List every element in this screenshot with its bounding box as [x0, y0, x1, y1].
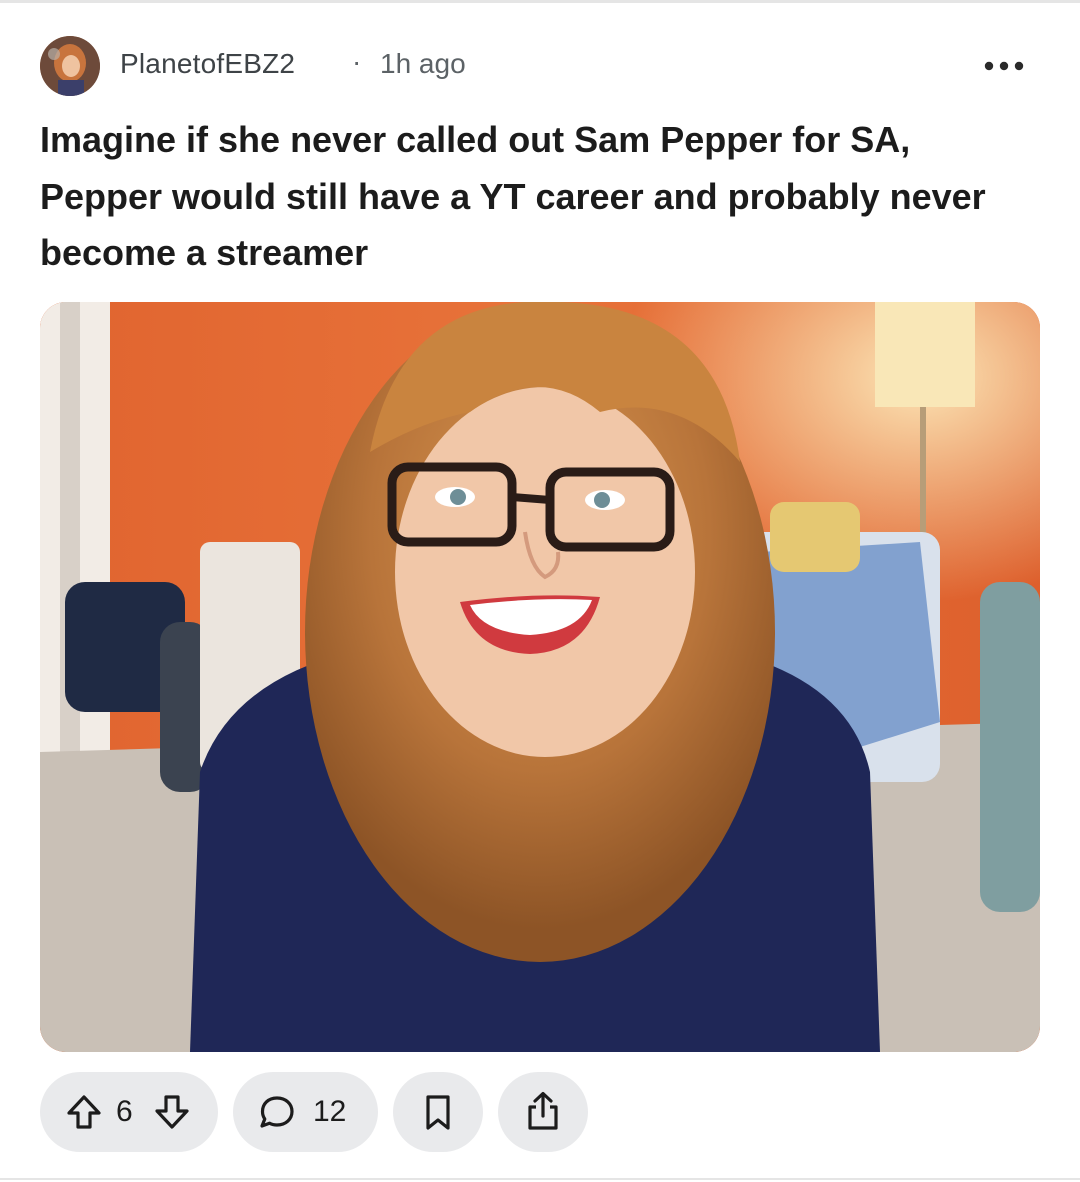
post-header: PlanetofEBZ2 · 1h ago — [40, 36, 1040, 96]
post-title[interactable]: Imagine if she never called out Sam Pepp… — [40, 112, 1040, 282]
share-button[interactable] — [498, 1072, 588, 1152]
more-horizontal-icon — [980, 46, 1030, 86]
vote-count: 6 — [116, 1095, 133, 1128]
bookmark-icon — [418, 1092, 458, 1132]
more-options-button[interactable] — [980, 46, 1030, 86]
downvote-icon[interactable] — [152, 1092, 192, 1132]
upvote-icon[interactable] — [64, 1092, 104, 1132]
vote-pill: 6 — [40, 1072, 218, 1152]
avatar[interactable] — [40, 36, 100, 96]
meta-separator: · — [352, 46, 362, 77]
speech-bubble-icon — [257, 1092, 297, 1132]
author-name[interactable]: PlanetofEBZ2 — [120, 48, 295, 80]
post-timestamp: 1h ago — [380, 48, 466, 79]
comments-button[interactable]: 12 — [233, 1072, 378, 1152]
bottom-divider — [0, 1178, 1080, 1180]
top-divider — [0, 0, 1080, 3]
post-action-bar: 6 12 — [40, 1072, 1040, 1152]
share-icon — [523, 1090, 563, 1132]
post-image[interactable] — [40, 302, 1040, 1052]
comment-count: 12 — [313, 1095, 347, 1128]
save-button[interactable] — [393, 1072, 483, 1152]
